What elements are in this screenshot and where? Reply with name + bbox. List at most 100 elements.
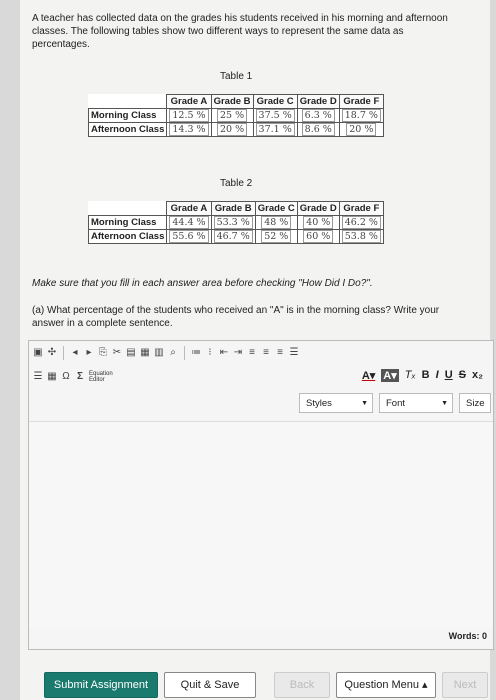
styles-label: Styles (306, 398, 332, 409)
cell-value: 37.5 % (255, 109, 295, 122)
align-center-icon[interactable]: ≡ (261, 347, 271, 359)
bulleted-list-icon[interactable]: ⁝ (205, 347, 215, 359)
cell-value: 8.6 % (301, 123, 335, 136)
table2-header: Grade F (338, 201, 384, 216)
styles-dropdown[interactable]: Styles ▼ (299, 393, 373, 413)
find-icon[interactable]: ⌕ (168, 347, 178, 359)
align-right-icon[interactable]: ≡ (275, 347, 285, 359)
underline-button[interactable]: U (445, 369, 453, 382)
table1: Grade A Grade B Grade C Grade D Grade F … (87, 94, 384, 137)
cell-value: 46.7 % (213, 230, 253, 243)
cell-value: 44.4 % (169, 216, 209, 229)
row-label: Morning Class (87, 215, 168, 230)
chevron-down-icon: ▼ (441, 400, 448, 407)
paste-text-icon[interactable]: ▦ (140, 347, 150, 359)
numbered-list-icon[interactable]: ≔ (191, 347, 201, 359)
horizontal-rule-icon[interactable]: ☰ (33, 371, 43, 383)
cell-value: 40 % (303, 216, 334, 229)
row-label: Afternoon Class (87, 229, 168, 244)
size-label: Size (466, 398, 485, 409)
table1-header: Grade B (210, 94, 254, 109)
table-icon[interactable]: ▦ (47, 371, 57, 383)
table2-header: Grade A (166, 201, 212, 216)
redo-icon[interactable]: ▸ (84, 347, 94, 359)
assignment-page: A teacher has collected data on the grad… (20, 0, 494, 700)
paste-word-icon[interactable]: ▥ (154, 347, 164, 359)
table2-caption: Table 2 (220, 178, 253, 189)
indent-icon[interactable]: ⇥ (233, 347, 243, 359)
equation-editor-button[interactable]: Equation Editor (89, 371, 113, 383)
table-row: Afternoon Class 55.6 % 46.7 % 52 % 60 % … (87, 229, 384, 244)
submit-assignment-button[interactable]: Submit Assignment (44, 672, 158, 698)
instruction-note: Make sure that you fill in each answer a… (32, 278, 373, 289)
table1-corner (88, 94, 168, 109)
undo-icon[interactable]: ◂ (70, 347, 80, 359)
cell-value: 12.5 % (169, 109, 209, 122)
size-dropdown[interactable]: Size (459, 393, 491, 413)
cell-value: 53.8 % (341, 230, 381, 243)
remove-format-icon[interactable]: Tₓ (405, 369, 416, 382)
source-icon[interactable]: ▣ (33, 347, 43, 359)
cell-value: 6.3 % (301, 109, 335, 122)
question-menu-button[interactable]: Question Menu ▴ (336, 672, 436, 698)
cell-value: 55.6 % (169, 230, 209, 243)
rich-text-editor: ▣ ✣ ◂ ▸ ⎘ ✂ ▤ ▦ ▥ ⌕ ≔ ⁝ ⇤ ⇥ ≡ ≡ ≡ ☰ ☰ ▦ … (28, 340, 494, 650)
table2-corner (88, 201, 168, 216)
editor-toolbar-row-1: ▣ ✣ ◂ ▸ ⎘ ✂ ▤ ▦ ▥ ⌕ ≔ ⁝ ⇤ ⇥ ≡ ≡ ≡ ☰ (29, 341, 496, 365)
back-button[interactable]: Back (274, 672, 330, 698)
toolbar-separator (184, 346, 185, 360)
background-color-icon[interactable]: A▾ (381, 369, 399, 382)
font-dropdown[interactable]: Font ▼ (379, 393, 453, 413)
answer-text-area[interactable] (29, 421, 493, 627)
table2-header-row: Grade A Grade B Grade C Grade D Grade F (88, 201, 384, 216)
cell-value: 20 % (346, 123, 377, 136)
italic-button[interactable]: I (436, 369, 439, 382)
sigma-icon[interactable]: Σ (75, 371, 85, 383)
table-row: Afternoon Class 14.3 % 20 % 37.1 % 8.6 %… (87, 122, 384, 137)
outdent-icon[interactable]: ⇤ (219, 347, 229, 359)
quit-save-button[interactable]: Quit & Save (164, 672, 256, 698)
justify-icon[interactable]: ☰ (289, 347, 299, 359)
align-left-icon[interactable]: ≡ (247, 347, 257, 359)
table2: Grade A Grade B Grade C Grade D Grade F … (87, 201, 384, 244)
table1-caption: Table 1 (220, 71, 253, 82)
subscript-button[interactable]: x₂ (472, 369, 483, 382)
cell-value: 25 % (216, 109, 248, 122)
cell-value: 37.1 % (255, 123, 295, 136)
table-row: Morning Class 44.4 % 53.3 % 48 % 40 % 46… (87, 215, 384, 230)
table2-header: Grade C (254, 201, 298, 216)
chevron-down-icon: ▼ (361, 400, 368, 407)
text-color-icon[interactable]: A▾ (362, 369, 375, 382)
strikethrough-button[interactable]: S (459, 369, 466, 382)
table2-header: Grade B (210, 201, 256, 216)
table1-header: Grade F (338, 94, 384, 109)
equation-label: Editor (89, 377, 105, 383)
table1-header: Grade D (296, 94, 340, 109)
cell-value: 60 % (303, 230, 334, 243)
question-text: (a) What percentage of the students who … (32, 305, 440, 329)
table1-header-row: Grade A Grade B Grade C Grade D Grade F (88, 94, 384, 109)
next-button[interactable]: Next (442, 672, 488, 698)
omega-icon[interactable]: Ω (61, 371, 71, 383)
row-label: Morning Class (87, 108, 168, 123)
copy-icon[interactable]: ⎘ (98, 347, 108, 359)
cell-value: 14.3 % (169, 123, 209, 136)
cell-value: 46.2 % (341, 216, 381, 229)
intro-text: A teacher has collected data on the grad… (32, 13, 448, 50)
format-buttons: A▾ A▾ Tₓ B I U S x₂ (362, 369, 483, 382)
paste-icon[interactable]: ▤ (126, 347, 136, 359)
maximize-icon[interactable]: ✣ (47, 347, 57, 359)
font-label: Font (386, 398, 406, 409)
cell-value: 52 % (261, 230, 292, 243)
cell-value: 48 % (261, 216, 292, 229)
word-count: Words: 0 (448, 631, 487, 641)
table2-header: Grade D (296, 201, 340, 216)
table-row: Morning Class 12.5 % 25 % 37.5 % 6.3 % 1… (87, 108, 384, 123)
toolbar-separator (63, 346, 64, 360)
cell-value: 53.3 % (213, 216, 253, 229)
table1-header: Grade C (252, 94, 298, 109)
bold-button[interactable]: B (422, 369, 430, 382)
cell-value: 20 % (216, 123, 248, 136)
cut-icon[interactable]: ✂ (112, 347, 122, 359)
row-label: Afternoon Class (87, 122, 168, 137)
